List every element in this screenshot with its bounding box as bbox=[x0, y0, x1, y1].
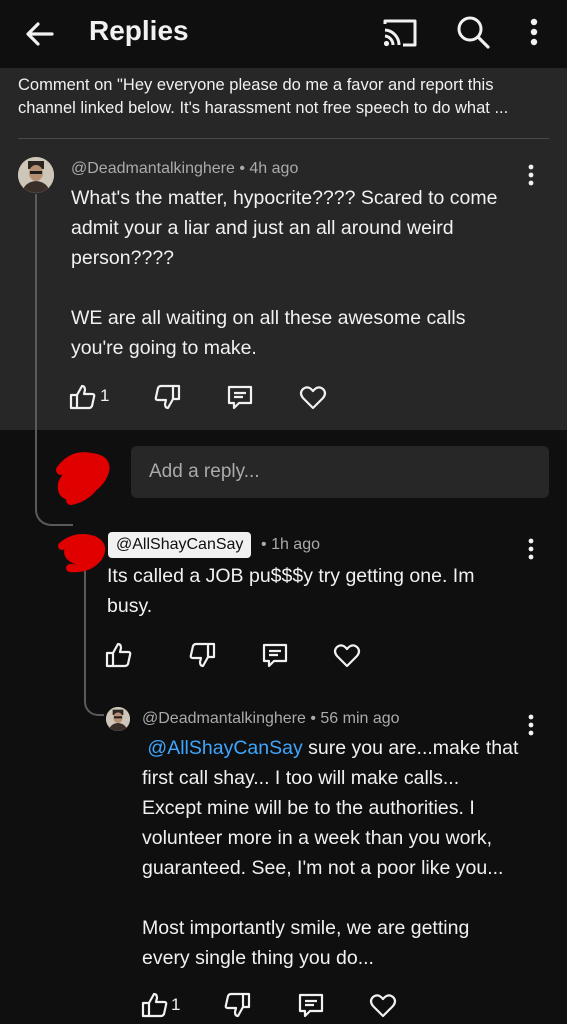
comment-text-line: Except mine will be to the authorities. … bbox=[142, 797, 475, 819]
comment-author[interactable]: @Deadmantalkinghere bbox=[142, 710, 306, 727]
avatar[interactable] bbox=[106, 707, 130, 731]
add-reply-input[interactable] bbox=[131, 446, 549, 498]
separator: • bbox=[310, 710, 316, 727]
like-count: 1 bbox=[171, 995, 181, 1014]
divider bbox=[18, 138, 549, 139]
heart-icon[interactable] bbox=[368, 990, 398, 1020]
dislike-icon[interactable] bbox=[187, 640, 217, 670]
separator: • bbox=[239, 160, 245, 177]
heart-icon[interactable] bbox=[332, 640, 362, 670]
comment-time: 56 min ago bbox=[320, 710, 400, 727]
add-reply-field[interactable] bbox=[131, 446, 549, 498]
top-bar: Replies bbox=[0, 0, 567, 68]
comment-text-line: @AllShayCanSay sure you are...make that bbox=[142, 733, 542, 763]
comment-text-line: person???? bbox=[71, 247, 175, 269]
comment-text-fragment: sure you are...make that bbox=[302, 737, 519, 759]
comment-text-line: first call shay... I too will make calls… bbox=[142, 767, 460, 789]
avatar[interactable] bbox=[18, 157, 54, 193]
like-icon[interactable] bbox=[140, 990, 170, 1020]
dislike-icon[interactable] bbox=[152, 382, 182, 412]
dislike-icon[interactable] bbox=[222, 990, 252, 1020]
redacted-avatar bbox=[56, 452, 110, 505]
search-icon[interactable] bbox=[455, 14, 491, 50]
comment-time: 1h ago bbox=[271, 536, 320, 553]
comment-text-line: Most importantly smile, we are getting bbox=[142, 917, 470, 939]
page-title: Replies bbox=[89, 15, 189, 46]
more-vertical-icon[interactable] bbox=[522, 14, 546, 50]
comment-meta: • 1h ago bbox=[261, 536, 320, 554]
comment-text-line: you're going to make. bbox=[71, 337, 257, 359]
mention-link[interactable]: @AllShayCanSay bbox=[147, 737, 302, 759]
comment-author[interactable]: @Deadmantalkinghere bbox=[71, 160, 235, 177]
heart-icon[interactable] bbox=[298, 382, 328, 412]
comment-text-line: admit your a liar and just an all around… bbox=[71, 217, 454, 239]
avatar-image bbox=[106, 707, 130, 731]
reply-icon[interactable] bbox=[225, 382, 255, 412]
original-comment-context[interactable]: Comment on "Hey everyone please do me a … bbox=[18, 74, 553, 120]
arrow-left-icon[interactable] bbox=[22, 16, 58, 52]
reply-icon[interactable] bbox=[296, 990, 326, 1020]
comment-text-line: busy. bbox=[107, 595, 153, 617]
comment-text-line: guaranteed. See, I'm not a poor like you… bbox=[142, 857, 504, 879]
separator: • bbox=[261, 536, 267, 553]
like-icon[interactable] bbox=[68, 382, 98, 412]
comment-text-line: Its called a JOB pu$$$y try getting one.… bbox=[107, 565, 475, 587]
original-comment-line: Comment on "Hey everyone please do me a … bbox=[18, 76, 494, 94]
reply-icon[interactable] bbox=[260, 640, 290, 670]
like-icon[interactable] bbox=[104, 640, 134, 670]
comment-text: Its called a JOB pu$$$y try getting one.… bbox=[107, 561, 527, 621]
comment-author-highlighted[interactable]: @AllShayCanSay bbox=[108, 532, 252, 558]
comment-text: What's the matter, hypocrite???? Scared … bbox=[71, 183, 531, 363]
comment-text-line: What's the matter, hypocrite???? Scared … bbox=[71, 187, 498, 209]
comment-text-line: volunteer more in a week than you work, bbox=[142, 827, 493, 849]
comment-meta: @Deadmantalkinghere • 4h ago bbox=[71, 160, 298, 178]
comment-time: 4h ago bbox=[249, 160, 299, 177]
comment-text-line: WE are all waiting on all these awesome … bbox=[71, 307, 466, 329]
original-comment-line: channel linked below. It's harassment no… bbox=[18, 99, 509, 117]
comment-text-line: every single thing you do... bbox=[142, 947, 374, 969]
comment-text: @AllShayCanSay sure you are...make that … bbox=[142, 733, 542, 973]
cast-icon[interactable] bbox=[381, 16, 419, 50]
thread-line bbox=[84, 566, 104, 716]
avatar-image bbox=[18, 157, 54, 193]
redacted-avatar bbox=[58, 534, 106, 573]
comment-meta: @Deadmantalkinghere • 56 min ago bbox=[142, 710, 400, 728]
like-count: 1 bbox=[100, 386, 110, 405]
more-vertical-icon[interactable] bbox=[521, 536, 541, 562]
